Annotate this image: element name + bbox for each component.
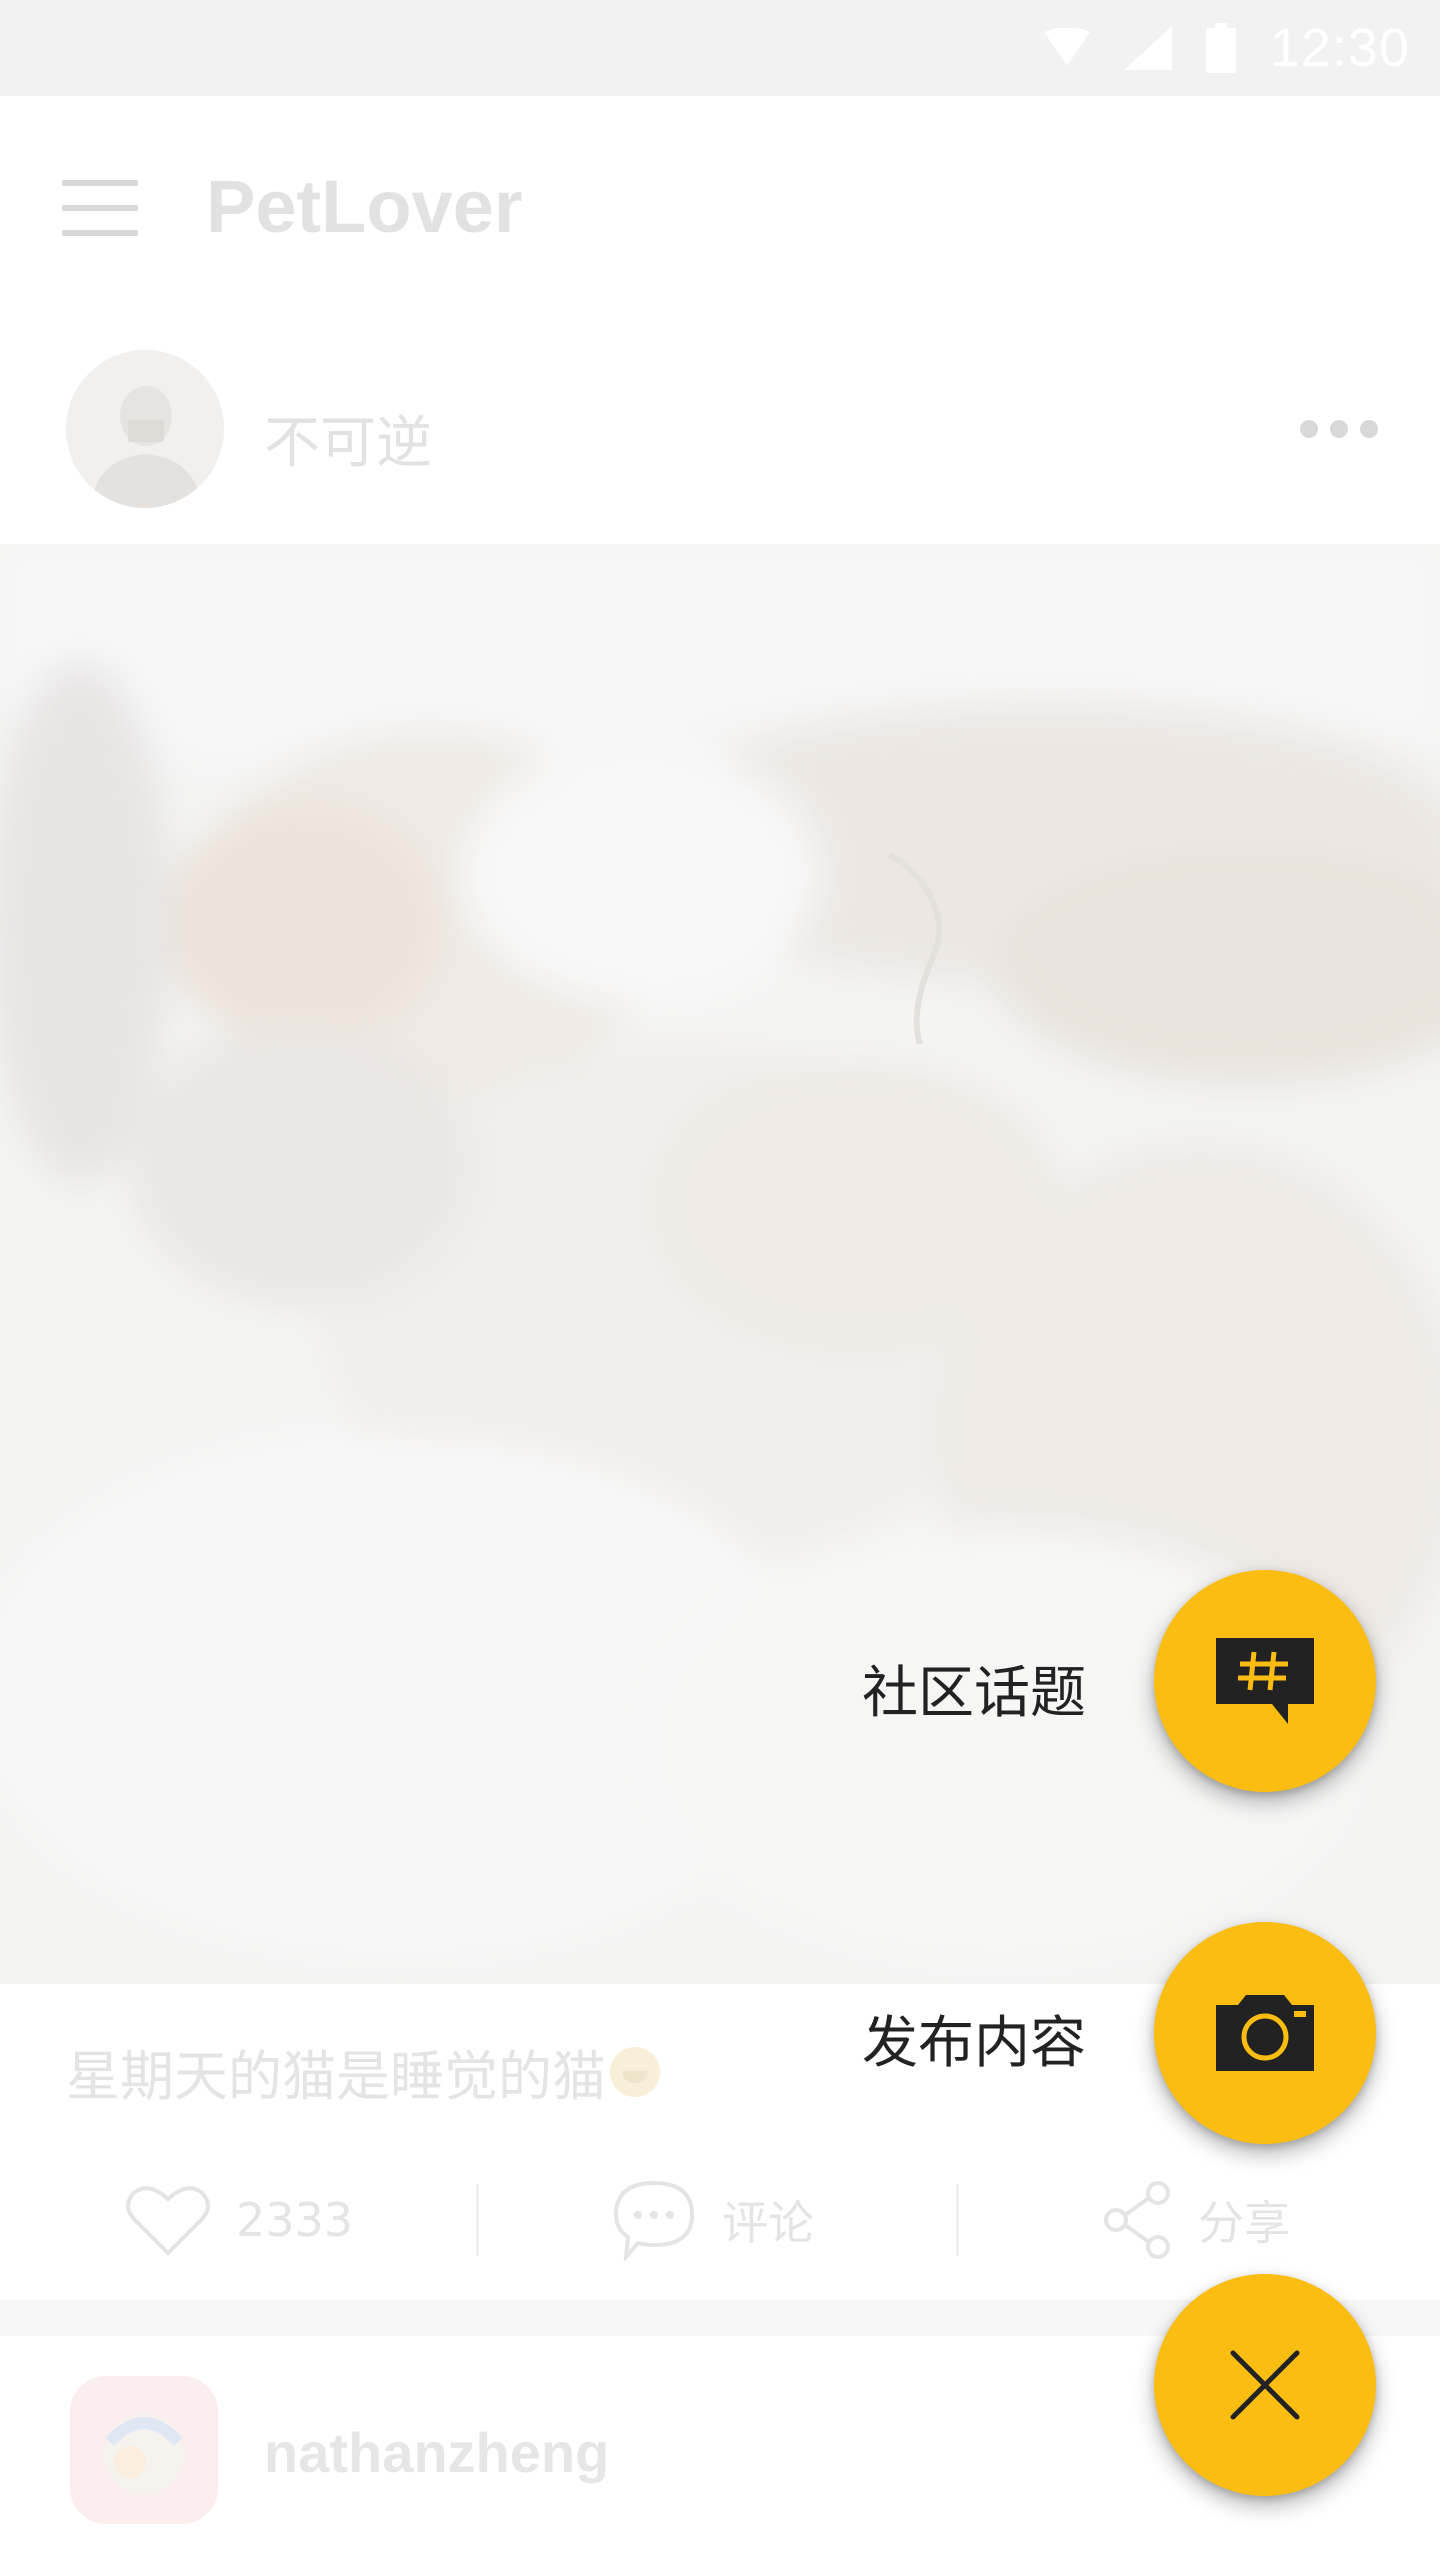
signal-icon xyxy=(1123,26,1172,70)
hamburger-menu-icon[interactable] xyxy=(62,180,138,236)
like-button[interactable]: 2333 xyxy=(126,2160,353,2280)
action-divider xyxy=(476,2184,479,2256)
close-fab-button[interactable] xyxy=(1154,2274,1376,2496)
post-author-name[interactable]: 不可逆 xyxy=(264,398,432,479)
heart-icon xyxy=(126,2186,210,2256)
camera-icon xyxy=(1216,1995,1314,2071)
action-divider xyxy=(956,2184,959,2256)
topic-fab-label[interactable]: 社区话题 xyxy=(862,1648,1086,1729)
post2-author-avatar[interactable] xyxy=(70,2376,218,2524)
post2-author-name[interactable]: nathanzheng xyxy=(264,2420,609,2485)
post-header: 不可逆 xyxy=(0,326,1440,544)
topic-hash-icon xyxy=(1216,1638,1314,1724)
like-count: 2333 xyxy=(236,2193,354,2247)
publish-fab-button[interactable] xyxy=(1154,1922,1376,2144)
post2-avatar-graphic xyxy=(70,2376,218,2524)
status-time: 12:30 xyxy=(1269,18,1410,78)
comment-label: 评论 xyxy=(722,2196,814,2250)
more-horizontal-icon[interactable] xyxy=(1300,420,1378,438)
post-actions: 2333 评论 分享 xyxy=(0,2160,1440,2280)
publish-fab-label[interactable]: 发布内容 xyxy=(862,1998,1086,2079)
app-title: PetLover xyxy=(206,165,523,248)
author-avatar[interactable] xyxy=(66,350,224,508)
share-label: 分享 xyxy=(1198,2196,1290,2250)
status-icons: 12:30 xyxy=(1043,0,1410,96)
battery-icon xyxy=(1205,23,1236,73)
wifi-icon xyxy=(1043,28,1090,66)
share-icon xyxy=(1104,2181,1170,2259)
app-bar: PetLover xyxy=(0,96,1440,326)
grinning-face-emoji xyxy=(610,2046,660,2097)
comment-button[interactable]: 评论 xyxy=(612,2160,814,2280)
share-button[interactable]: 分享 xyxy=(1102,2160,1290,2280)
comment-bubble-icon xyxy=(613,2180,695,2261)
topic-fab-button[interactable] xyxy=(1154,1570,1376,1792)
caption-text: 星期天的猫是睡觉的猫 xyxy=(66,2045,606,2108)
avatar-silhouette xyxy=(66,350,224,508)
status-bar: 12:30 xyxy=(0,0,1440,96)
close-icon xyxy=(1230,2350,1300,2420)
post-caption: 星期天的猫是睡觉的猫 xyxy=(66,2032,660,2111)
